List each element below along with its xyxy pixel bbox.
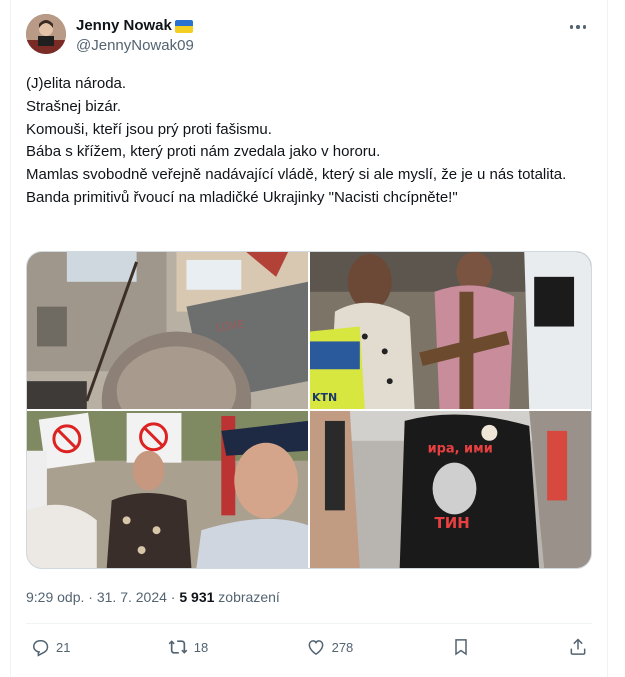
display-name[interactable]: Jenny Nowak xyxy=(76,16,193,36)
heart-icon xyxy=(308,640,324,655)
user-handle[interactable]: @JennyNowak09 xyxy=(76,36,194,56)
author-names: Jenny Nowak @JennyNowak09 xyxy=(76,16,194,56)
views-label: zobrazení xyxy=(218,589,280,605)
bookmark-icon xyxy=(454,639,467,656)
tweet-text: (J)elita národa. Strašnej bizár. Komouši, … xyxy=(26,73,594,210)
divider xyxy=(26,623,592,624)
tweet-line: Mamlas svobodně veřejně nadávající vládě… xyxy=(26,166,567,184)
bookmark-button[interactable] xyxy=(451,637,471,657)
tweet-card: Jenny Nowak @JennyNowak09 (J)elita národ… xyxy=(10,0,608,677)
like-button[interactable]: 278 xyxy=(306,637,354,657)
reply-icon xyxy=(32,640,49,657)
avatar[interactable] xyxy=(26,14,66,54)
repost-count: 18 xyxy=(193,639,209,655)
reply-button[interactable]: 21 xyxy=(30,637,70,657)
tweet-line: Banda primitivů řvoucí na mladičké Ukraj… xyxy=(26,188,458,206)
media-grid: LOVE KTN ира, ими ТИН xyxy=(26,251,592,569)
repost-button[interactable]: 18 xyxy=(168,637,208,657)
action-bar: 21 18 278 xyxy=(26,632,592,662)
tweet-meta: 9:29 odp. · 31. 7. 2024 · 5 931 zobrazen… xyxy=(26,589,280,605)
reply-count: 21 xyxy=(56,639,71,655)
share-icon xyxy=(570,638,586,655)
tweet-line: Bába s křížem, který proti nám zvedala j… xyxy=(26,143,381,161)
views-count: 5 931 xyxy=(179,589,215,605)
display-name-text: Jenny Nowak xyxy=(76,17,172,34)
vest-text: KTN xyxy=(312,391,337,404)
photo-2[interactable]: KTN xyxy=(310,252,591,409)
tweet-time[interactable]: 9:29 odp. xyxy=(26,589,84,605)
repost-icon xyxy=(168,640,188,654)
tweet-line: Strašnej bizár. xyxy=(26,97,122,115)
share-button[interactable] xyxy=(568,637,588,657)
meta-separator: · xyxy=(88,589,93,605)
shirt-text-bottom: ТИН xyxy=(435,514,470,532)
tweet-header: Jenny Nowak @JennyNowak09 xyxy=(26,14,592,58)
more-options-icon[interactable] xyxy=(564,16,592,38)
photo-4[interactable]: ира, ими ТИН xyxy=(310,411,591,568)
photo-3[interactable] xyxy=(27,411,308,568)
tweet-line: (J)elita národa. xyxy=(26,75,127,92)
tweet-date[interactable]: 31. 7. 2024 xyxy=(97,589,167,605)
like-count: 278 xyxy=(331,639,354,655)
tweet-line: Komouši, kteří jsou prý proti fašismu. xyxy=(26,120,272,138)
shirt-text-top: ира, ими xyxy=(428,442,493,457)
avatar-image xyxy=(26,14,66,54)
photo-1[interactable]: LOVE xyxy=(27,252,308,409)
meta-separator: · xyxy=(170,589,176,605)
ukraine-flag-icon xyxy=(174,19,193,33)
